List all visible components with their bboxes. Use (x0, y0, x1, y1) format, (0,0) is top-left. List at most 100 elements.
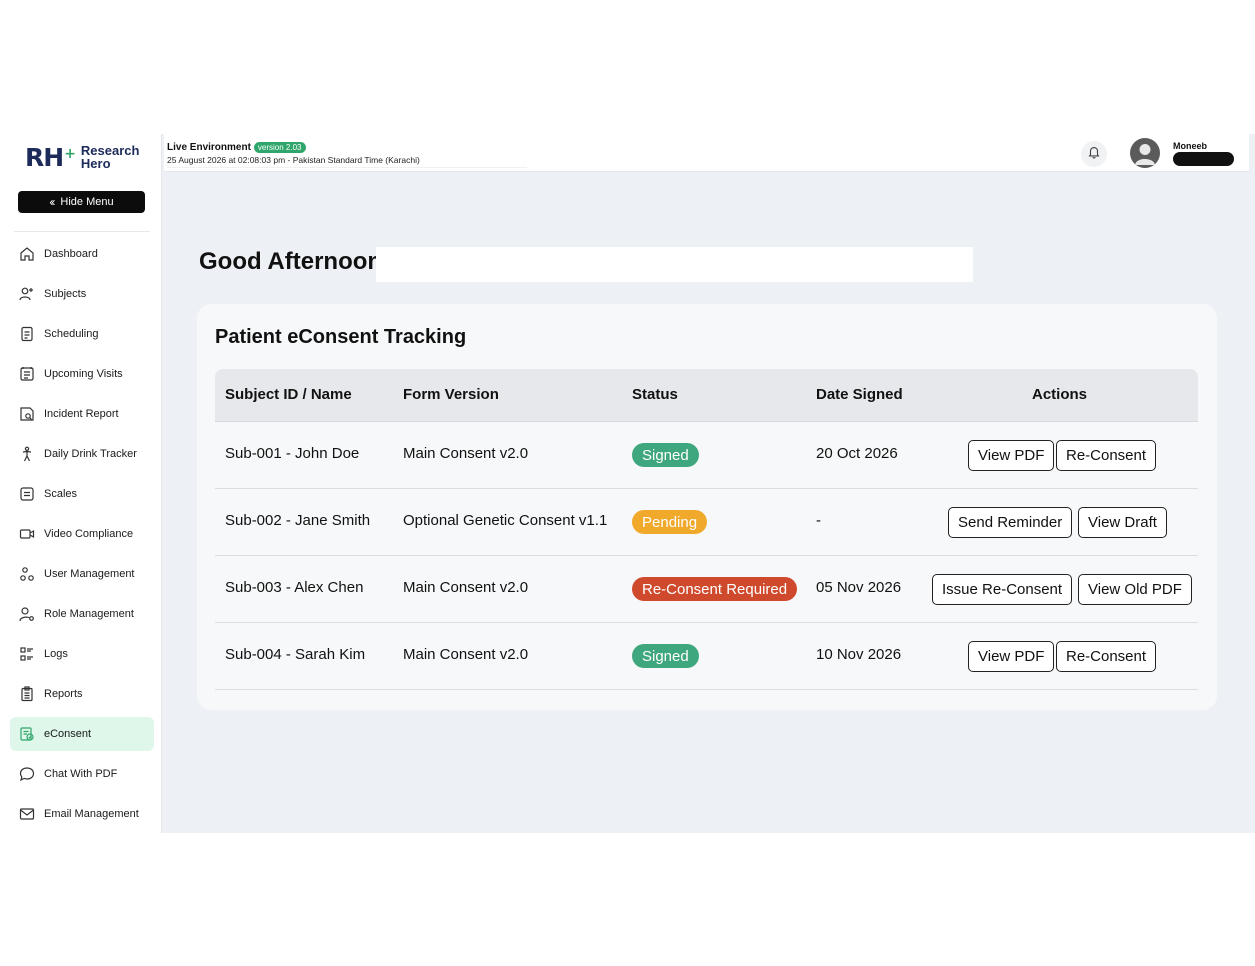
sidebar-item-logs[interactable]: Logs (10, 637, 154, 671)
sidebar-item-label: Dashboard (44, 248, 98, 260)
subject-cell: Sub-003 - Alex Chen (225, 579, 364, 596)
form-version-cell: Main Consent v2.0 (403, 445, 529, 462)
sidebar-item-label: Scales (44, 488, 78, 500)
status-badge: Signed (632, 644, 699, 668)
date-signed-cell: 05 Nov 2026 (816, 579, 902, 596)
logo-text: Research Hero (81, 144, 140, 170)
econsent-card: Patient eConsent Tracking Subject ID / N… (197, 304, 1217, 710)
sidebar-item-subjects[interactable]: Subjects (10, 277, 154, 311)
date-signed-cell: - (816, 512, 821, 529)
avatar[interactable] (1130, 138, 1160, 168)
column-header-form-version: Form Version (403, 386, 499, 403)
clipboard-icon (18, 686, 35, 703)
view-old-pdf-button[interactable]: View Old PDF (1078, 574, 1192, 605)
person-icon (18, 446, 35, 463)
environment-line: Live Environment version 2.03 (167, 142, 306, 153)
send-reminder-button[interactable]: Send Reminder (948, 507, 1073, 538)
mail-icon (18, 806, 35, 823)
sidebar-item-label: eConsent (44, 728, 92, 740)
sidebar-item-label: Email Management (44, 808, 139, 820)
chat-icon (18, 766, 35, 783)
calendar-list-icon (18, 366, 35, 383)
user-name: Moneeb (1173, 141, 1208, 151)
table-row: Sub-003 - Alex Chen Main Consent v2.0 Re… (215, 556, 1198, 623)
date-signed-cell: 10 Nov 2026 (816, 646, 902, 663)
scales-icon (18, 486, 35, 503)
date-signed-cell: 20 Oct 2026 (816, 445, 898, 462)
card-title: Patient eConsent Tracking (215, 326, 467, 348)
sidebar-item-chat-with-pdf[interactable]: Chat With PDF (10, 757, 154, 791)
user-gear-icon (18, 606, 35, 623)
sidebar: RH+ Research Hero ‹‹ Hide Menu Dashboard… (0, 134, 162, 833)
user-avatar-icon (1135, 144, 1155, 165)
column-header-actions: Actions (1032, 386, 1088, 403)
sidebar-item-label: Reports (44, 688, 83, 700)
table-header: Subject ID / Name Form Version Status Da… (215, 369, 1198, 422)
status-badge: Re-Consent Required (632, 577, 798, 601)
sidebar-item-label: Video Compliance (44, 528, 134, 540)
sidebar-item-label: User Management (44, 568, 135, 580)
issue-re-consent-button[interactable]: Issue Re-Consent (932, 574, 1073, 605)
view-pdf-button[interactable]: View PDF (968, 641, 1055, 672)
notification-button[interactable] (1081, 141, 1107, 167)
sidebar-divider (14, 231, 150, 232)
sidebar-item-label: Role Management (44, 608, 134, 620)
user-plus-icon (18, 286, 35, 303)
re-consent-button[interactable]: Re-Consent (1056, 440, 1157, 471)
econsent-table: Subject ID / Name Form Version Status Da… (215, 369, 1198, 690)
re-consent-button[interactable]: Re-Consent (1056, 641, 1157, 672)
sidebar-item-label: Scheduling (44, 328, 99, 340)
column-header-subject: Subject ID / Name (225, 386, 352, 403)
form-version-cell: Main Consent v2.0 (403, 579, 529, 596)
subject-cell: Sub-002 - Jane Smith (225, 512, 371, 529)
sidebar-item-incident-report[interactable]: Incident Report (10, 397, 154, 431)
greeting-banner (376, 247, 973, 282)
environment-datetime: 25 August 2026 at 02:08:03 pm - Pakistan… (167, 155, 420, 165)
app-shell: RH+ Research Hero ‹‹ Hide Menu Dashboard… (0, 134, 1255, 833)
sidebar-item-scheduling[interactable]: Scheduling (10, 317, 154, 351)
brand-logo[interactable]: RH+ Research Hero (25, 142, 139, 172)
sidebar-item-econsent[interactable]: eConsent (10, 717, 154, 751)
sidebar-item-email-management[interactable]: Email Management (10, 797, 154, 831)
sidebar-item-role-management[interactable]: Role Management (10, 597, 154, 631)
logo-mark: RH+ (25, 142, 76, 172)
status-badge: Pending (632, 510, 708, 534)
view-pdf-button[interactable]: View PDF (968, 440, 1055, 471)
document-icon (18, 326, 35, 343)
sidebar-item-label: Incident Report (44, 408, 119, 420)
sidebar-item-user-management[interactable]: User Management (10, 557, 154, 591)
column-header-date-signed: Date Signed (816, 386, 903, 403)
environment-label: Live Environment (167, 142, 251, 153)
status-badge: Signed (632, 443, 699, 467)
sidebar-nav: Dashboard Subjects Scheduling Upcoming V… (10, 237, 154, 837)
econsent-icon (18, 726, 35, 743)
double-chevron-left-icon: ‹‹ (49, 195, 55, 209)
form-version-cell: Optional Genetic Consent v1.1 (403, 512, 608, 529)
sidebar-item-label: Logs (44, 648, 68, 660)
sidebar-item-dashboard[interactable]: Dashboard (10, 237, 154, 271)
subject-cell: Sub-001 - John Doe (225, 445, 360, 462)
column-header-status: Status (632, 386, 678, 403)
sidebar-item-daily-drink-tracker[interactable]: Daily Drink Tracker (10, 437, 154, 471)
table-row: Sub-004 - Sarah Kim Main Consent v2.0 Si… (215, 623, 1198, 690)
subject-cell: Sub-004 - Sarah Kim (225, 646, 366, 663)
bell-icon (1087, 145, 1101, 164)
view-draft-button[interactable]: View Draft (1078, 507, 1167, 538)
sidebar-item-label: Daily Drink Tracker (44, 448, 137, 460)
users-icon (18, 566, 35, 583)
version-badge: version 2.03 (253, 142, 306, 153)
sidebar-item-upcoming-visits[interactable]: Upcoming Visits (10, 357, 154, 391)
sidebar-item-reports[interactable]: Reports (10, 677, 154, 711)
logo-line-2: Hero (80, 156, 111, 171)
sidebar-item-label: Chat With PDF (44, 768, 118, 780)
sidebar-item-scales[interactable]: Scales (10, 477, 154, 511)
environment-divider (167, 167, 527, 168)
sidebar-item-video-compliance[interactable]: Video Compliance (10, 517, 154, 551)
sidebar-item-label: Subjects (44, 288, 87, 300)
table-row: Sub-002 - Jane Smith Optional Genetic Co… (215, 489, 1198, 556)
hide-menu-button[interactable]: ‹‹ Hide Menu (18, 191, 145, 213)
form-version-cell: Main Consent v2.0 (403, 646, 529, 663)
page-greeting: Good Afternoon (199, 248, 383, 275)
sidebar-item-label: Upcoming Visits (44, 368, 123, 380)
video-icon (18, 526, 35, 543)
